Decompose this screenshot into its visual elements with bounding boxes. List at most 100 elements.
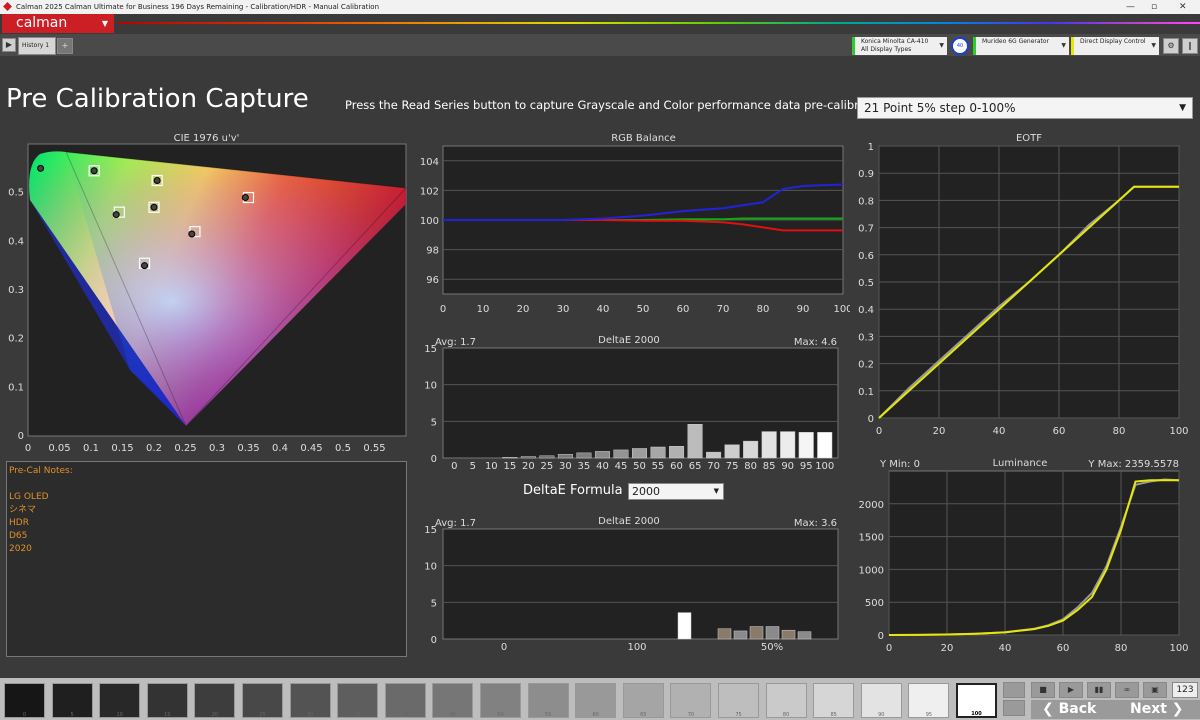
- device-meter[interactable]: Konica Minolta CA-410 All Display Types …: [852, 37, 947, 55]
- eotf-y-tick: 0.6: [858, 251, 874, 262]
- play-icon[interactable]: ▶: [2, 38, 16, 52]
- play-icon[interactable]: ▶: [1059, 682, 1083, 698]
- image-icon[interactable]: [1003, 700, 1025, 716]
- deltae1-x-tick: 70: [707, 461, 720, 472]
- deltae1-avg: Avg: 1.7: [435, 337, 476, 348]
- swatch-80[interactable]: 80: [765, 683, 807, 718]
- swatch-60[interactable]: 60: [575, 683, 617, 718]
- swatch-label: 5: [70, 712, 74, 718]
- swatch-65[interactable]: 65: [622, 683, 664, 718]
- deltae1-x-tick: 65: [689, 461, 702, 472]
- rainbow-stripe: [118, 22, 1200, 24]
- deltae1-x-tick: 75: [726, 461, 739, 472]
- cie-x-tick: 0.3: [209, 443, 225, 454]
- deltae1-x-tick: 90: [781, 461, 794, 472]
- rgb-balance-chart: 96 98 100 102 104 0 10 20 30 40 50 60 70 80 90 100: [420, 145, 850, 315]
- eotf-x-tick: 60: [1053, 426, 1066, 437]
- chevron-down-icon: ▼: [1179, 103, 1186, 113]
- eotf-y-tick: 0.3: [858, 332, 874, 343]
- swatch-label: 10: [116, 712, 123, 718]
- swatch-100[interactable]: 100: [956, 683, 997, 718]
- rgb-y-ticks: 96 98 100 102 104: [420, 157, 439, 286]
- swatch-85[interactable]: 85: [813, 683, 855, 718]
- close-icon[interactable]: ✕: [1179, 0, 1187, 14]
- instruction-text: Press the Read Series button to capture …: [345, 98, 892, 112]
- pre-cal-notes[interactable]: Pre-Cal Notes: LG OLED シネマ HDR D65 2020: [6, 461, 407, 657]
- device-meter-type: All Display Types: [861, 46, 912, 53]
- swatch-5[interactable]: 5: [51, 683, 93, 718]
- luminance-x-tick: 100: [1169, 643, 1188, 654]
- collapse-icon[interactable]: ❙: [1182, 38, 1198, 54]
- swatch-75[interactable]: 75: [718, 683, 759, 718]
- deltae-bar: [706, 451, 722, 459]
- cie-x-tick: 0.1: [83, 443, 99, 454]
- stop-icon[interactable]: ■: [1031, 682, 1055, 698]
- deltae2-x-tick: 0: [501, 642, 507, 653]
- deltae1-x-tick: 95: [800, 461, 813, 472]
- luminance-y-tick: 1500: [859, 533, 884, 544]
- deltae-bar: [817, 432, 833, 459]
- swatch-70[interactable]: 70: [670, 683, 712, 718]
- tab-history-1[interactable]: History 1: [18, 37, 56, 55]
- chevron-down-icon: ▼: [713, 487, 719, 495]
- deltae-bar: [761, 431, 777, 459]
- swatch-20[interactable]: 20: [194, 683, 236, 718]
- deltae-bar: [717, 628, 732, 640]
- series-select[interactable]: 21 Point 5% step 0-100% ▼: [857, 97, 1193, 119]
- swatch-10[interactable]: 10: [99, 683, 141, 718]
- read-series-icon[interactable]: ▮▮: [1087, 682, 1111, 698]
- gear-icon[interactable]: ⚙: [1163, 38, 1179, 54]
- chevron-down-icon: ▼: [939, 42, 944, 49]
- swatch-40[interactable]: 40: [384, 683, 426, 718]
- rgb-x-tick: 60: [677, 304, 690, 315]
- loop-icon[interactable]: ∞: [1115, 682, 1139, 698]
- minimize-icon[interactable]: —: [1126, 0, 1135, 14]
- deltae-bar: [631, 448, 648, 459]
- page-counter: 123: [1172, 682, 1198, 698]
- device-generator-name: Murideo 6G Generator: [982, 38, 1050, 45]
- deltae-y-tick: 5: [431, 598, 437, 609]
- cie-x-tick: 0.4: [272, 443, 288, 454]
- swatch-0[interactable]: 0: [4, 683, 45, 718]
- device-display[interactable]: Direct Display Control ▼: [1071, 37, 1159, 55]
- deltae2-x-tick: 50%: [761, 642, 783, 653]
- eotf-y-tick: 0.5: [858, 278, 874, 289]
- swatch-label: 45: [449, 712, 457, 718]
- swatch-90[interactable]: 90: [860, 683, 902, 718]
- swatch-25[interactable]: 25: [242, 683, 283, 718]
- add-tab-icon[interactable]: +: [57, 38, 73, 54]
- maximize-icon[interactable]: ▫: [1151, 0, 1157, 14]
- eotf-x-tick: 100: [1169, 426, 1188, 437]
- logo-text: calman: [16, 15, 68, 31]
- swatch-label: 95: [925, 712, 933, 718]
- notes-line: D65: [9, 531, 28, 541]
- meter-status-icon[interactable]: 40: [951, 37, 969, 55]
- luminance-x-tick: 80: [1115, 643, 1128, 654]
- swatch-95[interactable]: 95: [908, 683, 950, 718]
- deltae1-x-tick: 55: [652, 461, 665, 472]
- calman-logo-button[interactable]: calman ▼: [2, 14, 114, 33]
- deltae-y-tick: 15: [424, 344, 437, 355]
- deltae-formula-select[interactable]: 2000 ▼: [628, 483, 724, 500]
- swatch-label: 25: [259, 712, 266, 718]
- rgb-x-tick: 10: [477, 304, 490, 315]
- luminance-x-tick: 60: [1057, 643, 1070, 654]
- deltae1-x-tick: 20: [522, 461, 535, 472]
- deltae2-plot-area: [442, 528, 839, 640]
- eotf-y-tick: 1: [868, 142, 874, 153]
- swatch-30[interactable]: 30: [289, 683, 331, 718]
- luminance-y-tick: 1000: [859, 565, 884, 576]
- rgb-x-tick: 30: [557, 304, 570, 315]
- eotf-x-tick: 80: [1113, 426, 1126, 437]
- swatch-15[interactable]: 15: [146, 683, 188, 718]
- swatch-35[interactable]: 35: [337, 683, 379, 718]
- settings-icon[interactable]: [1003, 682, 1025, 698]
- device-generator[interactable]: Murideo 6G Generator ▼: [973, 37, 1069, 55]
- deltae-bar: [765, 626, 780, 640]
- save-icon[interactable]: ▣: [1143, 682, 1167, 698]
- deltae1-y-ticks: 0 5 10 15: [424, 344, 437, 465]
- swatch-55[interactable]: 55: [527, 683, 569, 718]
- swatch-45[interactable]: 45: [432, 683, 474, 718]
- swatch-50[interactable]: 50: [480, 683, 521, 718]
- deltae-bar: [749, 626, 764, 640]
